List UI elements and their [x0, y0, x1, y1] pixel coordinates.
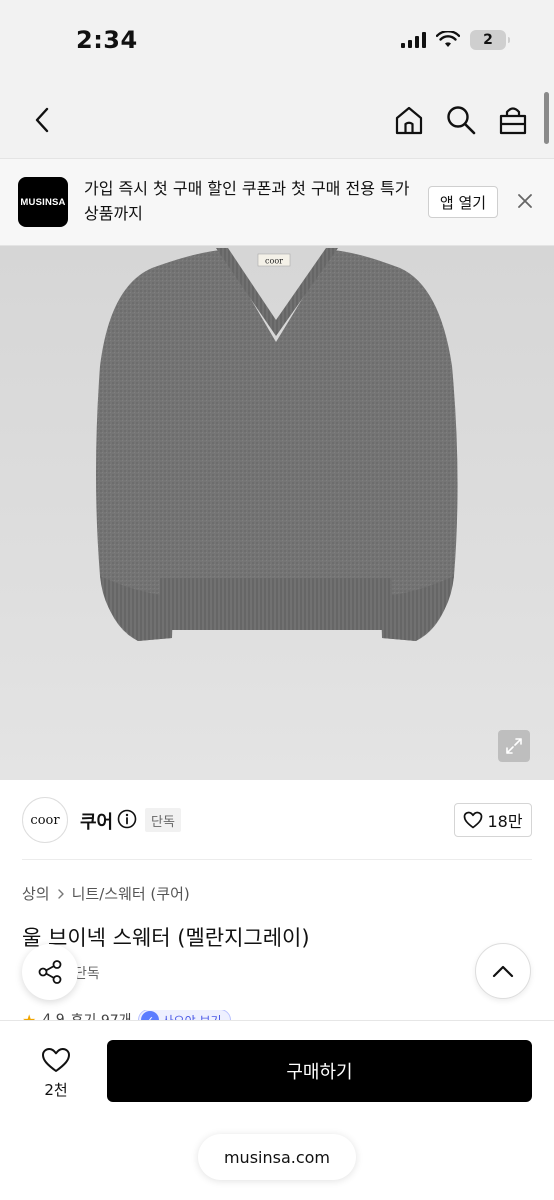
wishlist-button[interactable]: 2천 [26, 1043, 86, 1103]
close-icon [518, 194, 532, 208]
chevron-up-icon [492, 965, 514, 978]
sweater-image: coor [96, 248, 458, 641]
heart-icon [42, 1047, 70, 1072]
brand-name[interactable]: 쿠어 [80, 808, 113, 834]
brand-like-button[interactable]: 18만 [454, 803, 532, 837]
expand-image-button[interactable] [498, 730, 530, 762]
browser-url-pill[interactable]: musinsa.com [198, 1134, 356, 1180]
navigation-bar [0, 82, 554, 158]
divider [22, 859, 532, 860]
home-icon [395, 106, 423, 135]
share-icon [38, 960, 62, 984]
home-button[interactable] [390, 100, 428, 140]
breadcrumb-item-top[interactable]: 상의 [22, 883, 50, 904]
chevron-right-icon [57, 888, 64, 899]
nav-actions [390, 100, 532, 140]
brand-row: coor 쿠어 단독 18만 [0, 780, 554, 860]
shopping-bag-icon [499, 107, 527, 135]
heart-icon [464, 811, 483, 829]
expand-icon [506, 738, 522, 754]
product-label-tag: coor [265, 257, 283, 266]
wifi-icon [436, 31, 460, 47]
product-image[interactable]: coor [0, 246, 554, 780]
back-button[interactable] [22, 100, 62, 140]
scrollbar-thumb[interactable] [544, 92, 549, 144]
signal-icon [401, 32, 426, 48]
exclusive-badge: 단독 [145, 808, 181, 832]
status-time: 2:34 [76, 26, 138, 54]
status-bar: 2:34 2 [0, 0, 554, 82]
battery-level: 2 [483, 32, 493, 48]
app-download-banner: MUSINSA 가입 즉시 첫 구매 할인 쿠폰과 첫 구매 전용 특가 상품까… [0, 158, 554, 246]
status-icons: 2 [401, 30, 510, 50]
banner-message: 가입 즉시 첫 구매 할인 쿠폰과 첫 구매 전용 특가 상품까지 [84, 179, 410, 223]
search-button[interactable] [442, 100, 480, 140]
breadcrumb: 상의 니트/스웨터 (쿠어) [22, 883, 190, 904]
banner-close-button[interactable] [512, 188, 538, 214]
product-page: 2:34 2 MUSINSA 가입 즉시 첫 구매 할인 쿠폰과 첫 구매 전용… [0, 0, 554, 1200]
brand-avatar[interactable]: coor [22, 797, 68, 843]
cart-button[interactable] [494, 100, 532, 140]
battery-icon: 2 [470, 30, 510, 50]
buy-button[interactable]: 구매하기 [107, 1040, 532, 1102]
info-icon[interactable] [117, 809, 137, 829]
chevron-left-icon [35, 107, 49, 133]
wishlist-count: 2천 [44, 1080, 68, 1099]
open-app-button[interactable]: 앱 열기 [428, 186, 498, 218]
breadcrumb-item-knit[interactable]: 니트/스웨터 (쿠어) [72, 883, 190, 904]
scroll-to-top-button[interactable] [475, 943, 531, 999]
share-button[interactable] [22, 944, 78, 1000]
musinsa-logo: MUSINSA [18, 177, 68, 227]
search-icon [447, 106, 476, 135]
brand-like-count: 18만 [487, 812, 523, 831]
